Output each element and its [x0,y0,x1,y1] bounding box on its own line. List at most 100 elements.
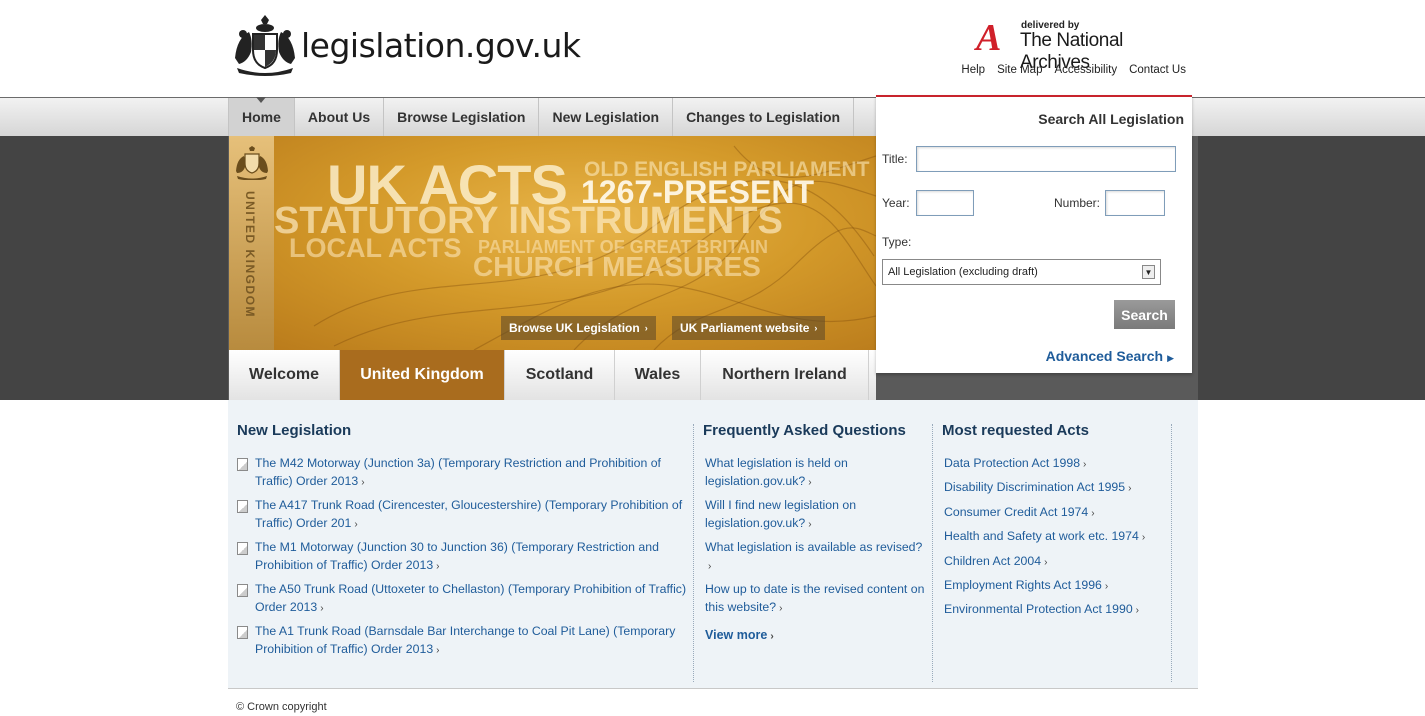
list-item: The A417 Trunk Road (Cirencester, Glouce… [237,496,687,534]
faq-section: Frequently Asked Questions What legislat… [703,422,928,642]
nav-new-legislation[interactable]: New Legislation [539,98,674,136]
contact-us-link[interactable]: Contact Us [1129,64,1186,76]
banner-word-local-acts: LOCAL ACTS [289,233,462,263]
browse-uk-legislation-button[interactable]: Browse UK Legislation › [501,316,656,340]
jurisdiction-tabs: Welcome United Kingdom Scotland Wales No… [229,350,876,400]
new-legislation-link[interactable]: The M1 Motorway (Junction 30 to Junction… [255,540,659,572]
chevron-right-icon: › [808,477,812,488]
act-link[interactable]: Health and Safety at work etc. 1974 [944,529,1139,543]
crown-copyright: © Crown copyright [236,701,327,713]
banner-side-label: UNITED KINGDOM [243,191,257,318]
browse-uk-legislation-label: Browse UK Legislation [509,321,640,335]
royal-crest-icon [236,146,268,180]
chevron-right-icon: › [1044,556,1048,568]
chevron-right-icon: › [708,561,712,572]
nav-home[interactable]: Home [228,97,295,136]
most-requested-acts-heading: Most requested Acts [942,422,1089,439]
view-more-link[interactable]: View more › [703,628,928,642]
tab-northern-ireland[interactable]: Northern Ireland [701,350,869,400]
new-legislation-list: The M42 Motorway (Junction 3a) (Temporar… [237,454,687,660]
tab-wales[interactable]: Wales [615,350,701,400]
list-item: The M1 Motorway (Junction 30 to Junction… [237,538,687,576]
chevron-right-icon: › [320,603,324,614]
help-link[interactable]: Help [961,64,985,76]
chevron-right-icon: › [1091,507,1095,519]
number-input[interactable] [1105,190,1165,216]
main-nav-bar: Home About Us Browse Legislation New Leg… [0,97,1425,136]
tab-united-kingdom[interactable]: United Kingdom [340,350,505,400]
uk-parliament-website-button[interactable]: UK Parliament website › [672,316,826,340]
site-logo[interactable]: legislation.gov.uk [231,14,581,76]
list-item: What legislation is available as revised… [705,538,928,576]
new-legislation-link[interactable]: The A417 Trunk Road (Cirencester, Glouce… [255,498,682,530]
year-input[interactable] [916,190,974,216]
list-item: How up to date is the revised content on… [705,580,928,618]
act-link[interactable]: Disability Discrimination Act 1995 [944,480,1125,494]
faq-link[interactable]: Will I find new legislation on legislati… [705,498,856,530]
most-requested-acts-section: Most requested Acts Data Protection Act … [942,422,1177,625]
act-link[interactable]: Consumer Credit Act 1974 [944,505,1088,519]
nav-about-us[interactable]: About Us [295,98,385,136]
main-nav: Home About Us Browse Legislation New Leg… [228,97,855,136]
search-button[interactable]: Search [1114,300,1175,329]
list-item: Environmental Protection Act 1990 › [944,600,1177,620]
new-legislation-link[interactable]: The A1 Trunk Road (Barnsdale Bar Interch… [255,624,675,656]
nav-browse-legislation[interactable]: Browse Legislation [384,98,540,136]
list-item: Consumer Credit Act 1974 › [944,503,1177,523]
site-map-link[interactable]: Site Map [997,64,1042,76]
document-icon [237,458,248,471]
list-item: Children Act 2004 › [944,552,1177,572]
act-link[interactable]: Data Protection Act 1998 [944,456,1080,470]
banner-side-strip: UNITED KINGDOM [229,136,274,350]
list-item: The A1 Trunk Road (Barnsdale Bar Interch… [237,622,687,660]
tna-logo[interactable]: A delivered by The National Archives [976,17,1191,73]
column-divider [932,424,933,682]
list-item: What legislation is held on legislation.… [705,454,928,492]
advanced-search-link[interactable]: Advanced Search ▶ [1046,348,1174,364]
act-link[interactable]: Employment Rights Act 1996 [944,578,1102,592]
faq-list: What legislation is held on legislation.… [703,454,928,618]
search-panel: Search All Legislation Title: Year: Numb… [876,95,1192,373]
faq-link[interactable]: What legislation is available as revised… [705,540,922,554]
list-item: Data Protection Act 1998 › [944,454,1177,474]
uk-parliament-website-label: UK Parliament website [680,321,810,335]
type-label: Type: [882,235,912,249]
new-legislation-link[interactable]: The M42 Motorway (Junction 3a) (Temporar… [255,456,661,488]
nav-changes-to-legislation[interactable]: Changes to Legislation [673,98,855,136]
column-divider [693,424,694,682]
faq-link[interactable]: How up to date is the revised content on… [705,582,924,614]
chevron-right-icon: › [1128,483,1132,495]
chevron-right-icon: › [1141,532,1146,544]
list-item: Health and Safety at work etc. 1974 › [944,527,1177,547]
utility-links: Help Site Map Accessibility Contact Us [961,64,1186,76]
tab-scotland[interactable]: Scotland [505,350,615,400]
list-item: The M42 Motorway (Junction 3a) (Temporar… [237,454,687,492]
view-more-label: View more [705,628,768,642]
list-item: Will I find new legislation on legislati… [705,496,928,534]
title-label: Title: [882,152,908,166]
chevron-right-icon: › [1135,605,1140,617]
site-header: legislation.gov.uk A delivered by The Na… [0,0,1425,97]
column-divider [1171,424,1172,682]
triangle-right-icon: ▶ [1167,353,1174,363]
site-name: legislation.gov.uk [301,25,581,65]
chevron-right-icon: › [808,519,812,530]
act-link[interactable]: Children Act 2004 [944,554,1041,568]
list-item: The A50 Trunk Road (Uttoxeter to Chellas… [237,580,687,618]
type-select[interactable]: All Legislation (excluding draft) ▼ [882,259,1161,285]
chevron-right-icon: › [779,603,783,614]
search-panel-title: Search All Legislation [1038,111,1184,127]
accessibility-link[interactable]: Accessibility [1054,64,1117,76]
new-legislation-heading: New Legislation [237,422,352,439]
site-footer: © Crown copyright [228,688,1198,716]
chevron-right-icon: › [814,323,818,333]
document-icon [237,584,248,597]
faq-heading: Frequently Asked Questions [703,422,906,439]
tab-welcome[interactable]: Welcome [229,350,340,400]
most-requested-acts-list: Data Protection Act 1998 › Disability Dis… [942,454,1177,620]
title-input[interactable] [916,146,1176,172]
act-link[interactable]: Environmental Protection Act 1990 [944,602,1133,616]
number-label: Number: [1054,196,1101,210]
homepage-content: New Legislation The M42 Motorway (Juncti… [228,400,1198,688]
faq-link[interactable]: What legislation is held on legislation.… [705,456,848,488]
